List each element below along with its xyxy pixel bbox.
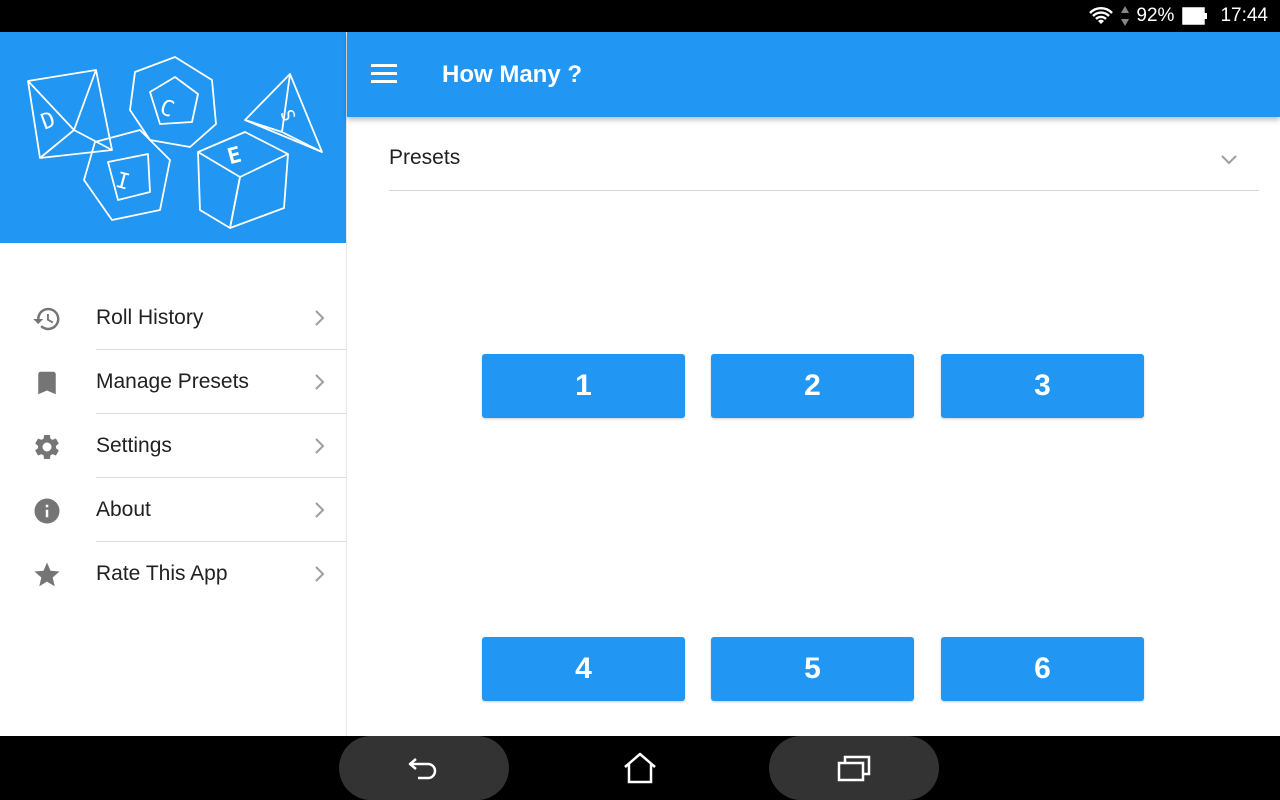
- system-nav-bar: [0, 736, 1280, 800]
- home-button[interactable]: [590, 736, 690, 800]
- battery-percent: 92%: [1136, 5, 1175, 26]
- count-button-1[interactable]: 1: [482, 354, 685, 418]
- clock: 17:44: [1220, 5, 1268, 26]
- navigation-drawer: D C I S E Roll History Manage Presets Se…: [0, 32, 347, 736]
- menu-item-label: Settings: [96, 434, 172, 457]
- wifi-icon: [1089, 7, 1114, 24]
- gear-icon: [32, 432, 62, 462]
- chevron-right-icon: [315, 566, 325, 582]
- bookmark-icon: [32, 368, 62, 398]
- back-button[interactable]: [339, 736, 509, 800]
- drawer-header-image: D C I S E: [0, 32, 346, 243]
- count-button-2[interactable]: 2: [711, 354, 914, 418]
- menu-item-label: Roll History: [96, 306, 204, 329]
- chevron-right-icon: [315, 374, 325, 390]
- dice-illustration: D C I S E: [27, 56, 323, 229]
- menu-item-settings[interactable]: Settings: [0, 414, 346, 478]
- menu-item-label: Rate This App: [96, 562, 228, 585]
- hamburger-icon[interactable]: [371, 62, 399, 86]
- page-title: How Many ?: [442, 61, 583, 88]
- history-icon: [32, 304, 62, 334]
- menu-item-label: Manage Presets: [96, 370, 249, 393]
- presets-label: Presets: [389, 146, 461, 169]
- menu-item-roll-history[interactable]: Roll History: [0, 286, 346, 350]
- status-bar: 92% 17:44: [0, 0, 1280, 32]
- back-icon: [408, 758, 437, 780]
- chevron-right-icon: [315, 438, 325, 454]
- star-icon: [32, 560, 62, 590]
- menu-item-about[interactable]: About: [0, 478, 346, 542]
- app-bar: How Many ?: [347, 32, 1280, 117]
- chevron-down-icon: [1221, 155, 1237, 165]
- count-button-3[interactable]: 3: [941, 354, 1144, 418]
- count-button-6[interactable]: 6: [941, 637, 1144, 701]
- die-letter-i: I: [113, 168, 132, 196]
- menu-item-rate-this-app[interactable]: Rate This App: [0, 542, 346, 606]
- presets-dropdown[interactable]: Presets: [389, 125, 1259, 191]
- info-icon: [32, 496, 62, 526]
- chevron-right-icon: [315, 310, 325, 326]
- recent-apps-button[interactable]: [769, 736, 939, 800]
- data-arrows-icon: [1121, 6, 1130, 26]
- battery-icon: [1182, 7, 1208, 25]
- menu-item-manage-presets[interactable]: Manage Presets: [0, 350, 346, 414]
- chevron-right-icon: [315, 502, 325, 518]
- die-letter-e: E: [225, 143, 244, 171]
- count-button-5[interactable]: 5: [711, 637, 914, 701]
- menu-item-label: About: [96, 498, 151, 521]
- home-icon: [624, 752, 656, 784]
- count-button-4[interactable]: 4: [482, 637, 685, 701]
- die-letter-c: C: [156, 95, 177, 123]
- die-letter-s: S: [276, 107, 299, 124]
- recent-apps-icon: [837, 755, 871, 782]
- drawer-menu: Roll History Manage Presets Settings Abo…: [0, 286, 346, 606]
